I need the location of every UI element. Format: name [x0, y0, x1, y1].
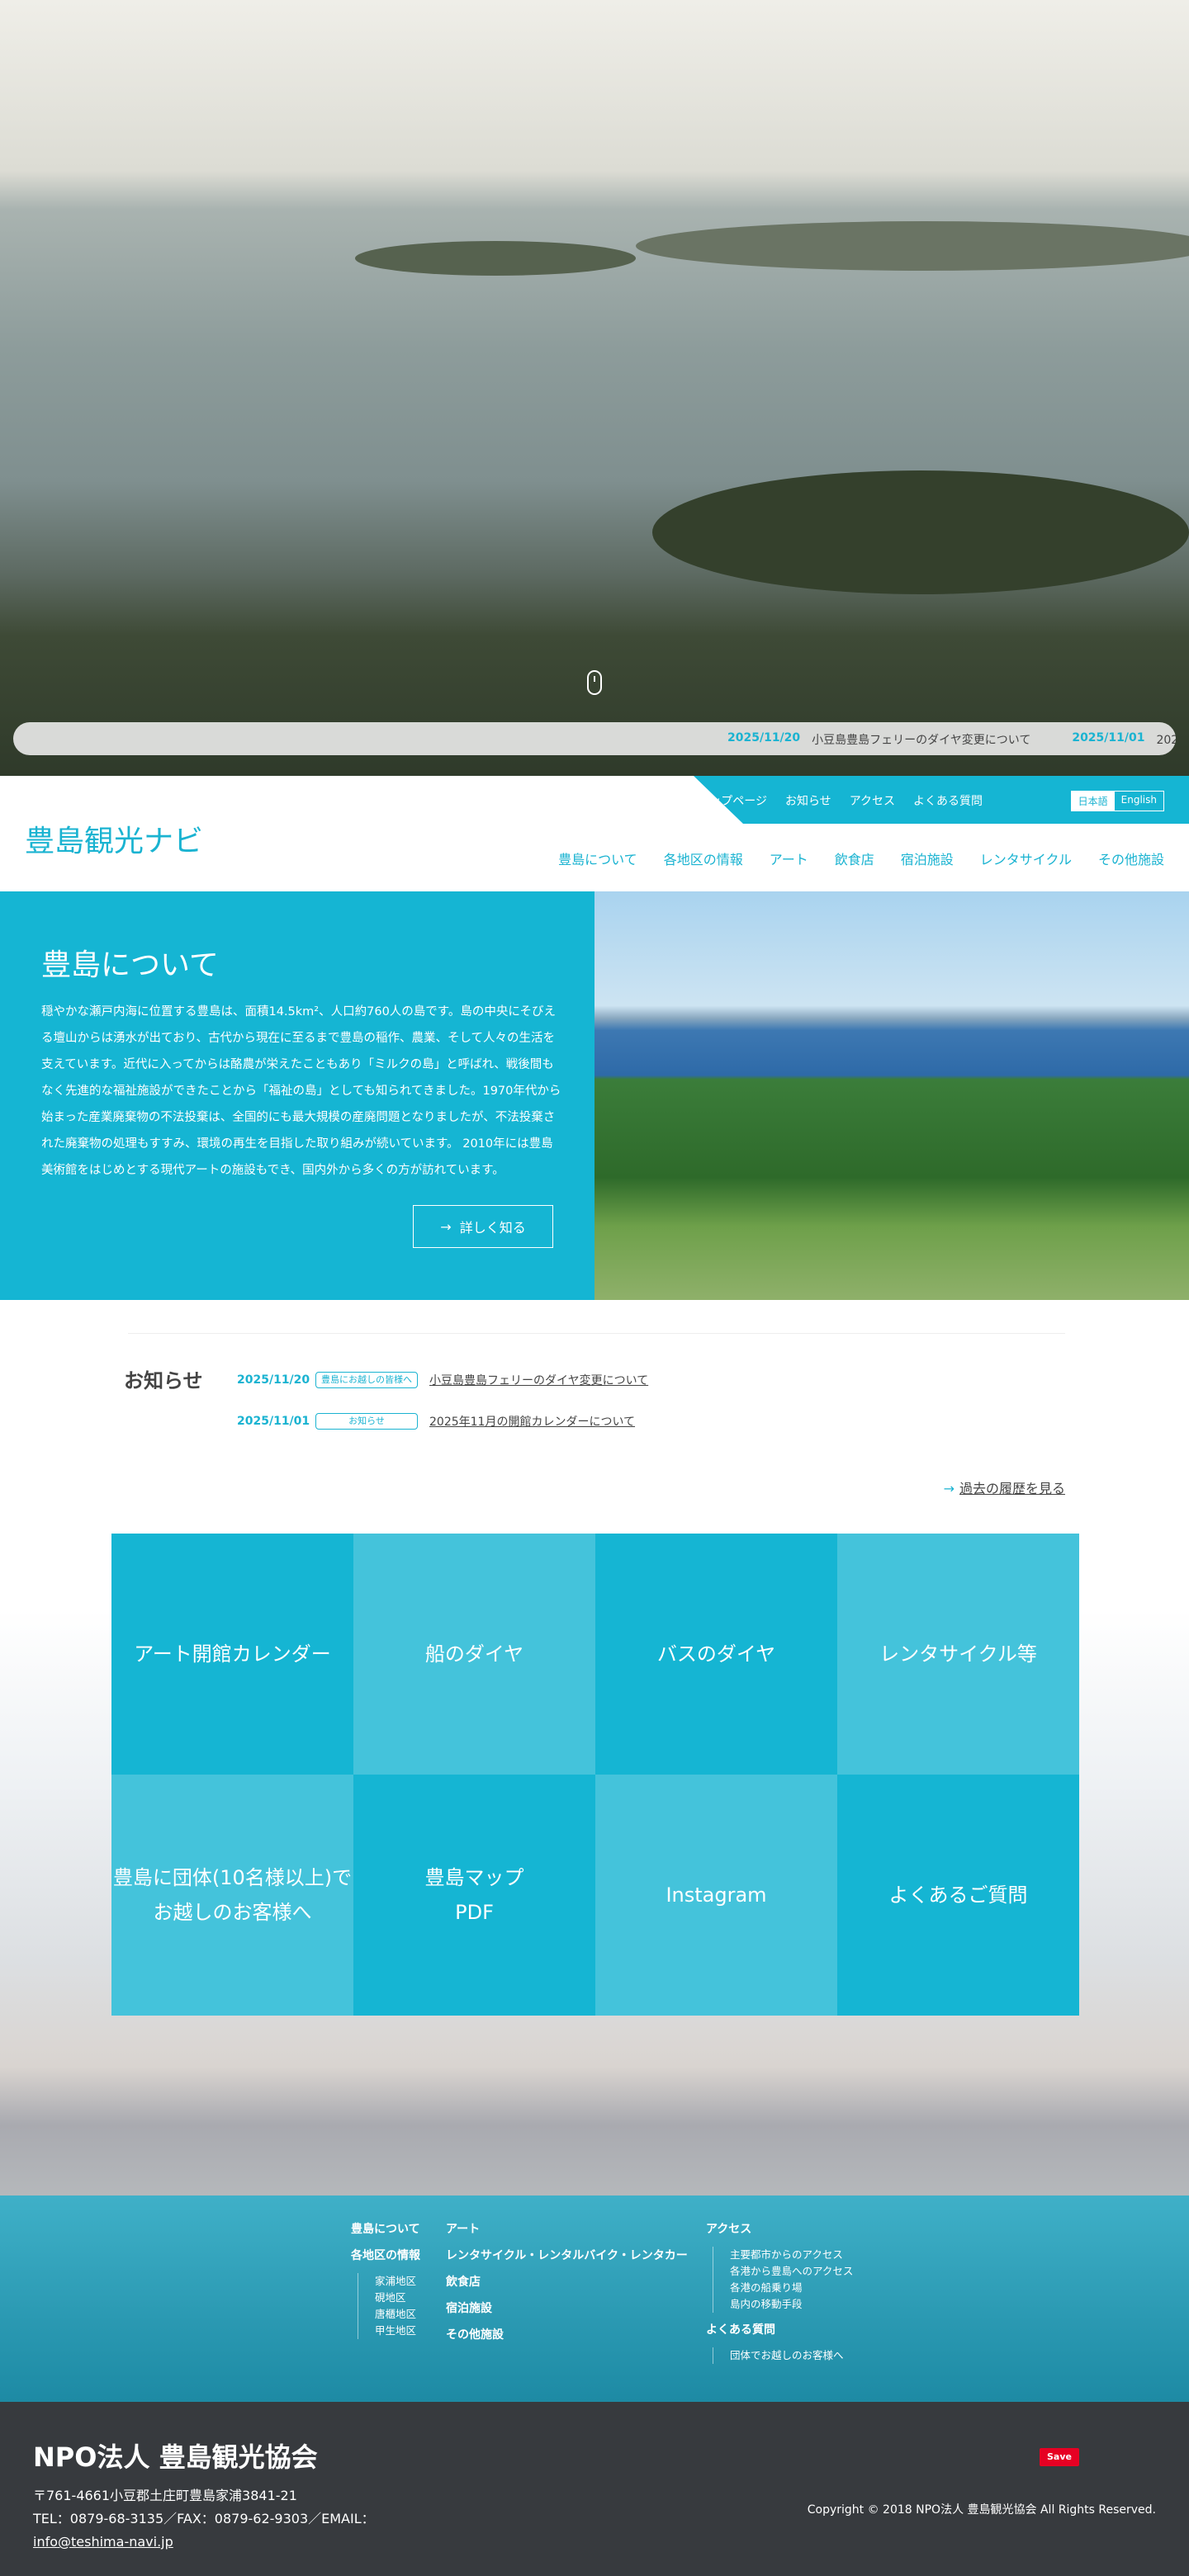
tile-map-pdf[interactable]: 豊島マップ PDF: [353, 1775, 595, 2016]
footer-link[interactable]: よくある質問: [706, 2321, 853, 2337]
site-logo[interactable]: 豊島観光ナビ: [25, 817, 203, 860]
learn-more-button[interactable]: → 詳しく知る: [413, 1205, 553, 1248]
footer-col: 豊島について 各地区の情報 家浦地区 硯地区 唐櫃地区 甲生地区: [351, 2220, 420, 2347]
arrow-right-icon: →: [440, 1218, 452, 1235]
footer-sublink[interactable]: 島内の移動手段: [730, 2296, 853, 2313]
footer-sublink[interactable]: 団体でお越しのお客様へ: [730, 2347, 853, 2364]
island: [636, 221, 1189, 271]
tile-group-visitors[interactable]: 豊島に団体(10名様以上)で お越しのお客様へ: [111, 1775, 353, 2016]
nav-restaurants[interactable]: 飲食店: [835, 848, 874, 868]
email-link[interactable]: info@teshima-navi.jp: [33, 2534, 173, 2550]
tile-label: PDF: [455, 1901, 494, 1924]
ticker-date: 2025/11/01: [1072, 731, 1145, 744]
footer-sublink[interactable]: 硯地区: [375, 2290, 420, 2306]
footer-sublink[interactable]: 各港から豊島へのアクセス: [730, 2263, 853, 2280]
nav-art[interactable]: アート: [770, 848, 808, 868]
footer-link[interactable]: 豊島について: [351, 2220, 420, 2237]
tile-bus-schedule[interactable]: バスのダイヤ: [595, 1534, 837, 1775]
nav-about[interactable]: 豊島について: [558, 848, 637, 868]
tile-faq[interactable]: よくあるご質問: [837, 1775, 1079, 2016]
news-archive-label: 過去の履歴を見る: [959, 1481, 1065, 1496]
tile-label: アート開館カレンダー: [134, 1642, 331, 1666]
footer-sublink[interactable]: 家浦地区: [375, 2273, 420, 2290]
org-name: NPO法人 豊島観光協会: [33, 2441, 318, 2473]
tile-ferry-schedule[interactable]: 船のダイヤ: [353, 1534, 595, 1775]
address: 〒761-4661小豆郡土庄町豊島家浦3841-21: [33, 2488, 297, 2503]
ticker-title[interactable]: 小豆島豊島フェリーのダイヤ変更について: [812, 731, 1030, 748]
nav-lodging[interactable]: 宿泊施設: [901, 848, 954, 868]
tile-label: お越しのお客様へ: [153, 1901, 312, 1924]
footer-link[interactable]: その他施設: [446, 2326, 688, 2342]
top-nav-news[interactable]: お知らせ: [785, 792, 831, 809]
top-nav-faq[interactable]: よくある質問: [913, 792, 983, 809]
main-nav: 豊島について 各地区の情報 アート 飲食店 宿泊施設 レンタサイクル その他施設: [558, 848, 1164, 868]
pinterest-save-button[interactable]: Save: [1040, 2448, 1079, 2466]
footer-link[interactable]: アクセス: [706, 2220, 853, 2237]
footer-link[interactable]: 飲食店: [446, 2273, 688, 2290]
footer-sublink[interactable]: 各港の船乗り場: [730, 2280, 853, 2296]
copyright: Copyright © 2018 NPO法人 豊島観光協会 All Rights…: [807, 2503, 1156, 2517]
hero-image: 2025/11/20 小豆島豊島フェリーのダイヤ変更について 2025/11/0…: [0, 0, 1189, 776]
tile-label: 豊島マップ: [424, 1866, 524, 1889]
news-title[interactable]: 小豆島豊島フェリーのダイヤ変更について: [429, 1372, 648, 1388]
tile-art-calendar[interactable]: アート開館カレンダー: [111, 1534, 353, 1775]
language-switch: 日本語 English: [1070, 791, 1164, 811]
news-item[interactable]: 2025/11/01 お知らせ 2025年11月の開館カレンダーについて: [237, 1413, 635, 1430]
news-archive-link[interactable]: → 過去の履歴を見る: [944, 1477, 1065, 1497]
tile-label: よくあるご質問: [888, 1884, 1028, 1907]
news-date: 2025/11/20: [237, 1373, 310, 1387]
footer-link[interactable]: アート: [446, 2220, 688, 2237]
news-title[interactable]: 2025年11月の開館カレンダーについて: [429, 1413, 635, 1430]
lang-en[interactable]: English: [1115, 792, 1163, 811]
learn-more-label: 詳しく知る: [459, 1220, 526, 1236]
footer-col: アクセス 主要都市からのアクセス 各港から豊島へのアクセス 各港の船乗り場 島内…: [706, 2220, 853, 2372]
news-item[interactable]: 2025/11/20 豊島にお越しの皆様へ 小豆島豊島フェリーのダイヤ変更につい…: [237, 1372, 648, 1388]
news-date: 2025/11/01: [237, 1415, 310, 1428]
nav-rental-cycle[interactable]: レンタサイクル: [980, 848, 1072, 868]
about-title: 豊島について: [41, 948, 219, 982]
site-header: 豊島観光ナビ トップページ お知らせ アクセス よくある質問 日本語 Engli…: [0, 776, 1189, 891]
tile-label: バスのダイヤ: [656, 1642, 776, 1666]
nav-areas[interactable]: 各地区の情報: [664, 848, 743, 868]
ticker-date: 2025/11/20: [727, 731, 801, 744]
arrow-right-icon: →: [943, 1481, 955, 1496]
phone-fax: TEL：0879-68-3135／FAX：0879-62-9303／EMAIL：: [33, 2511, 375, 2526]
news-tag[interactable]: 豊島にお越しの皆様へ: [315, 1372, 418, 1388]
tile-label: 船のダイヤ: [424, 1642, 524, 1666]
top-nav-home[interactable]: トップページ: [698, 792, 767, 809]
footer-link[interactable]: 宿泊施設: [446, 2299, 688, 2316]
island: [355, 241, 636, 276]
footer-sublink[interactable]: 甲生地区: [375, 2323, 420, 2339]
tile-label: 豊島に団体(10名様以上)で: [112, 1866, 353, 1889]
headland: [652, 470, 1189, 594]
site-footer: NPO法人 豊島観光協会 〒761-4661小豆郡土庄町豊島家浦3841-21 …: [0, 2402, 1189, 2576]
top-nav-access[interactable]: アクセス: [850, 792, 895, 809]
tile-instagram[interactable]: Instagram: [595, 1775, 837, 2016]
contact-info: 〒761-4661小豆郡土庄町豊島家浦3841-21 TEL：0879-68-3…: [33, 2484, 375, 2554]
footer-col: アート レンタサイクル・レンタルバイク・レンタカー 飲食店 宿泊施設 その他施設: [446, 2220, 688, 2352]
ticker-title[interactable]: 2025年: [1156, 731, 1176, 748]
island-photo: [594, 891, 1189, 1300]
tile-label: Instagram: [666, 1884, 767, 1907]
footer-sublink[interactable]: 唐櫃地区: [375, 2306, 420, 2323]
nav-other[interactable]: その他施設: [1098, 848, 1164, 868]
footer-sublink[interactable]: 主要都市からのアクセス: [730, 2247, 853, 2263]
divider: [128, 1333, 1065, 1334]
news-ticker[interactable]: 2025/11/20 小豆島豊島フェリーのダイヤ変更について 2025/11/0…: [13, 722, 1176, 755]
top-nav: トップページ お知らせ アクセス よくある質問: [698, 792, 983, 809]
tile-label: レンタサイクル等: [879, 1642, 1037, 1666]
about-body: 穏やかな瀬戸内海に位置する豊島は、面積14.5km²、人口約760人の島です。島…: [41, 1005, 561, 1177]
quick-links-grid: アート開館カレンダー 船のダイヤ バスのダイヤ レンタサイクル等 豊島に団体(1…: [111, 1534, 1079, 2016]
about-section: 豊島について 穏やかな瀬戸内海に位置する豊島は、面積14.5km²、人口約760…: [0, 891, 594, 1300]
lang-ja[interactable]: 日本語: [1071, 792, 1115, 811]
news-heading: お知らせ: [124, 1369, 203, 1392]
news-tag[interactable]: お知らせ: [315, 1413, 418, 1430]
tile-rental-cycle[interactable]: レンタサイクル等: [837, 1534, 1079, 1775]
footer-link[interactable]: 各地区の情報: [351, 2247, 420, 2263]
scroll-mouse-icon[interactable]: [587, 670, 602, 695]
footer-link[interactable]: レンタサイクル・レンタルバイク・レンタカー: [446, 2247, 688, 2263]
footer-nav: 豊島について 各地区の情報 家浦地区 硯地区 唐櫃地区 甲生地区 アート レンタ…: [0, 2196, 1189, 2402]
